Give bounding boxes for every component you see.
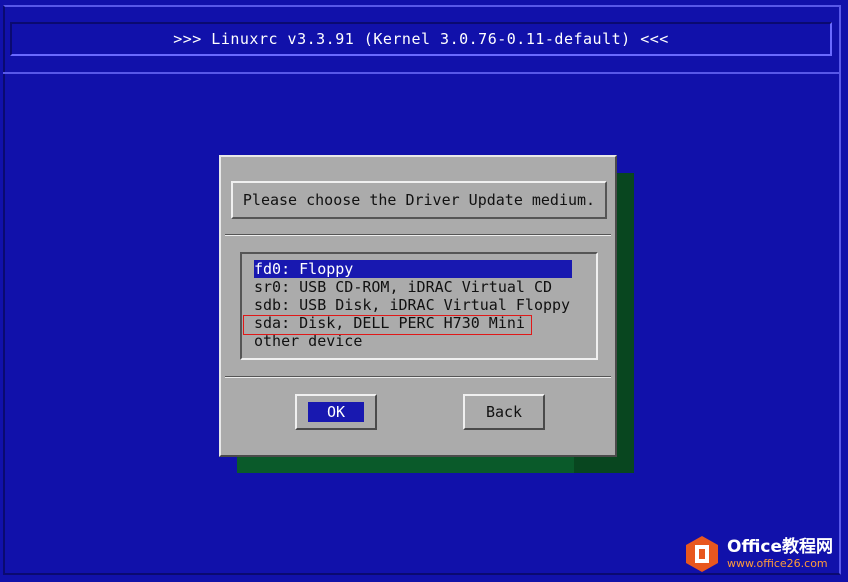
ok-button-label: OK: [308, 402, 364, 422]
dialog-message-box: Please choose the Driver Update medium.: [231, 181, 607, 219]
linuxrc-screen: >>> Linuxrc v3.3.91 (Kernel 3.0.76-0.11-…: [0, 0, 848, 582]
dialog-message: Please choose the Driver Update medium.: [242, 191, 596, 209]
watermark-url: www.office26.com: [727, 557, 828, 570]
list-item-fd0[interactable]: fd0: Floppy: [254, 260, 572, 278]
watermark-name: Office教程网: [727, 537, 834, 557]
header-divider: [3, 72, 839, 74]
dialog-divider-top: [225, 234, 611, 236]
back-button-label: Back: [485, 403, 523, 421]
back-button[interactable]: Back: [463, 394, 545, 430]
window-title: >>> Linuxrc v3.3.91 (Kernel 3.0.76-0.11-…: [173, 30, 669, 48]
ok-button[interactable]: OK: [295, 394, 377, 430]
medium-list[interactable]: fd0: Floppy sr0: USB CD-ROM, iDRAC Virtu…: [240, 252, 598, 360]
list-item-sdb[interactable]: sdb: USB Disk, iDRAC Virtual Floppy: [254, 296, 570, 314]
list-item-sr0[interactable]: sr0: USB CD-ROM, iDRAC Virtual CD: [254, 278, 552, 296]
driver-update-dialog: Please choose the Driver Update medium. …: [219, 155, 617, 457]
office-logo-icon: [683, 535, 721, 573]
title-bar: >>> Linuxrc v3.3.91 (Kernel 3.0.76-0.11-…: [10, 22, 832, 56]
watermark: Office教程网 www.office26.com: [683, 532, 843, 576]
annotation-highlight-box: [243, 315, 532, 335]
dialog-divider-bottom: [225, 376, 611, 378]
